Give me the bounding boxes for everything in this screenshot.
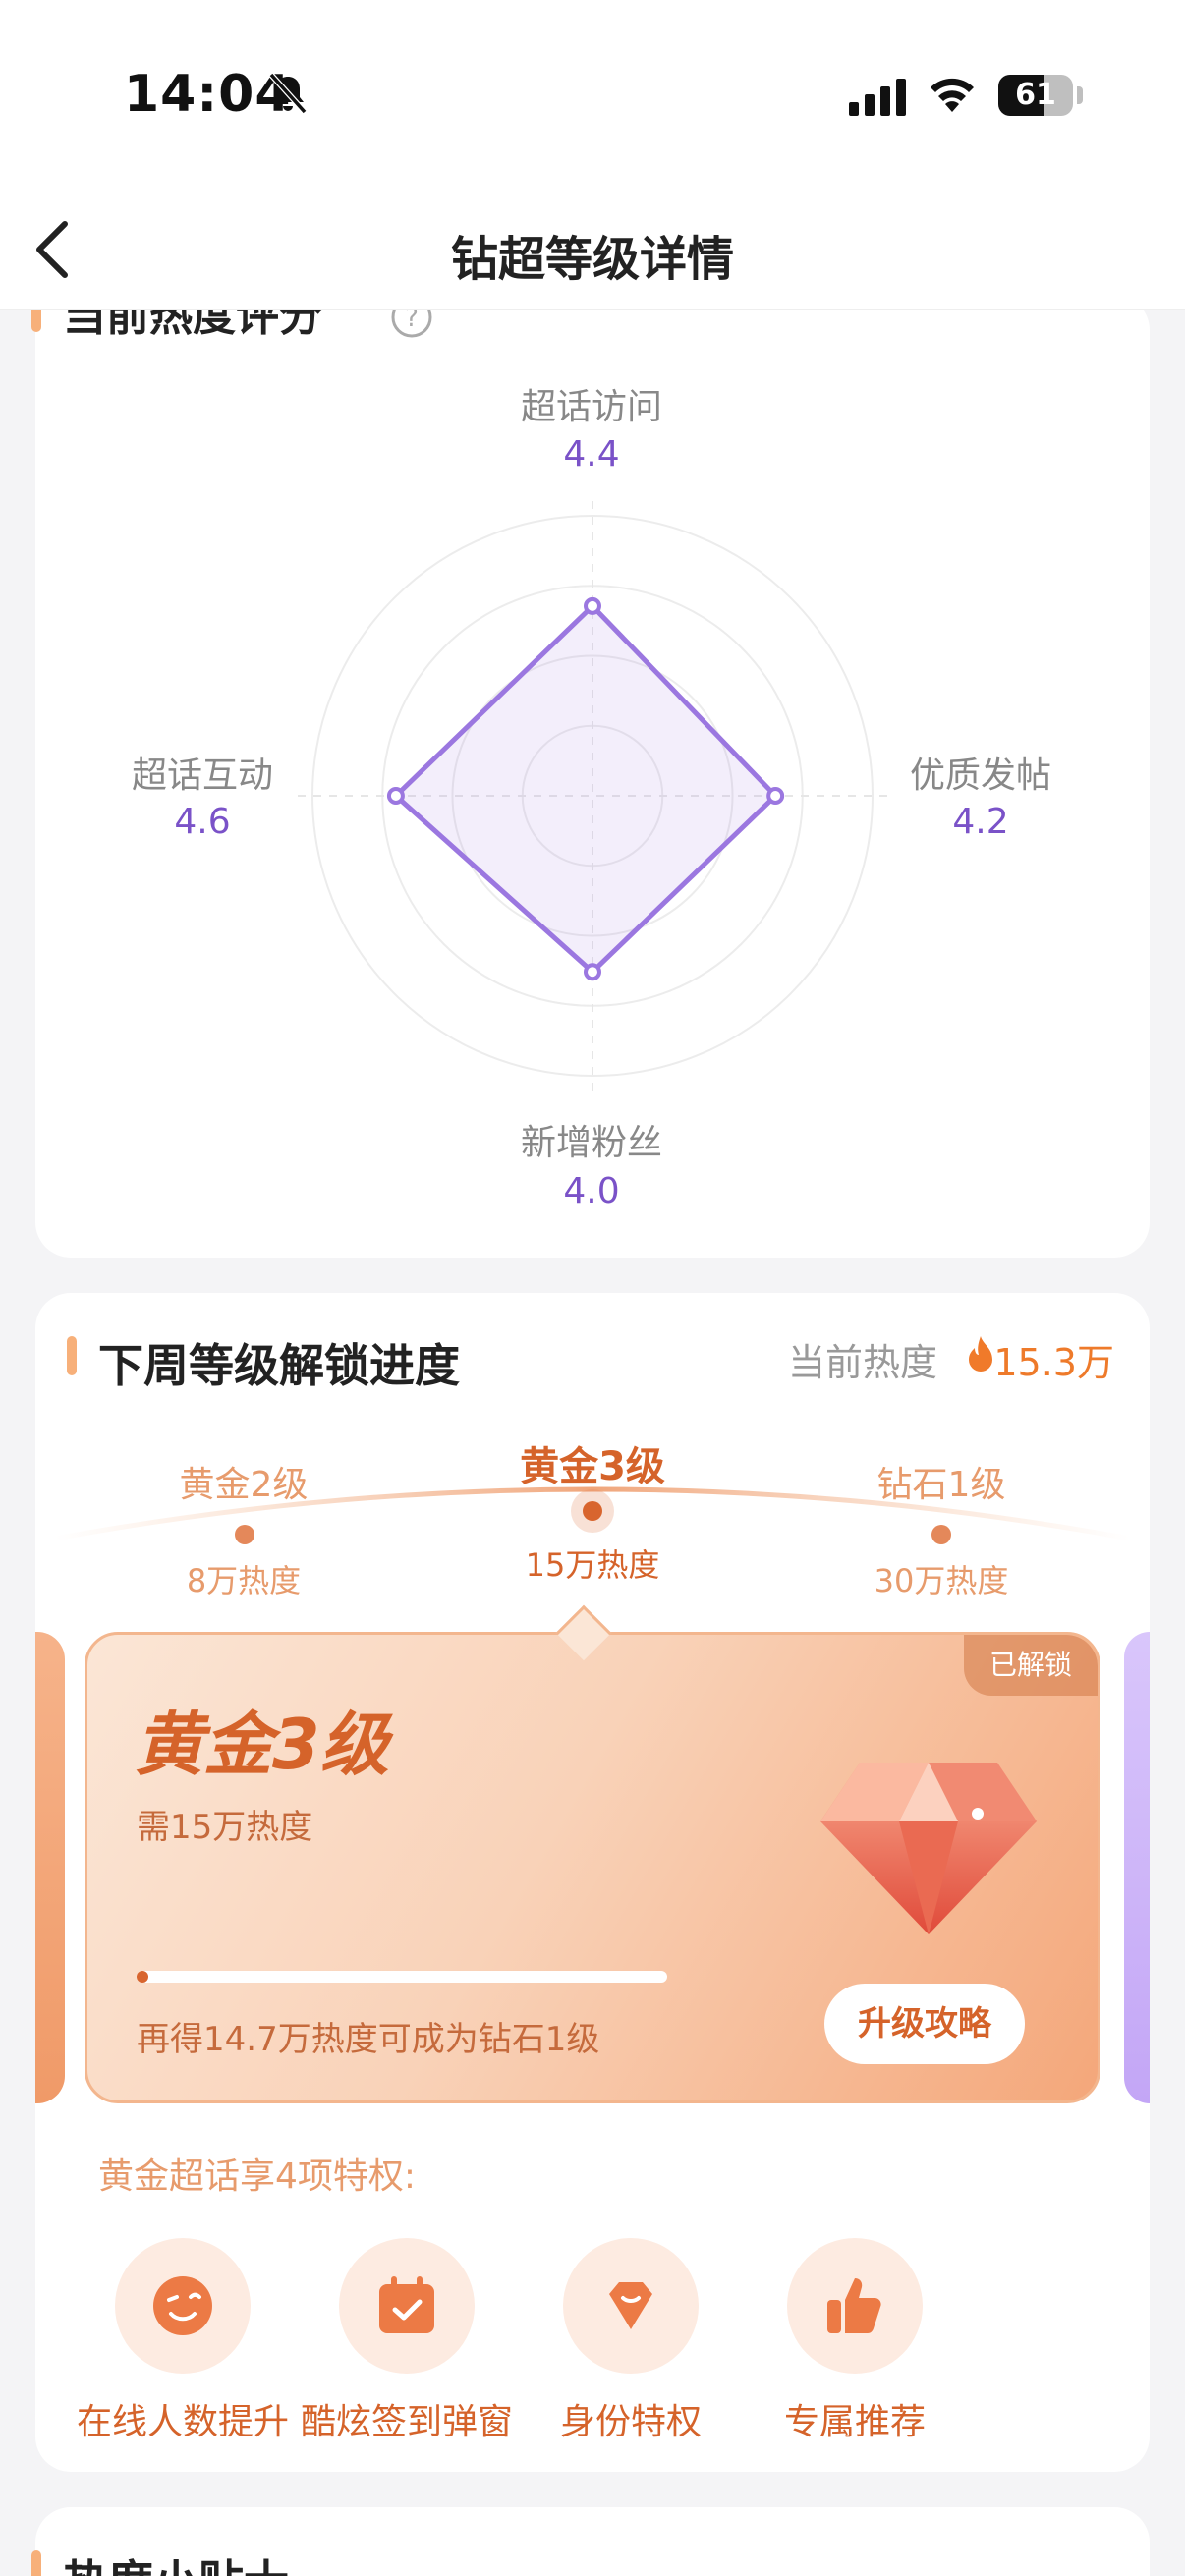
radar-axis-value: 4.0 [563,1171,620,1211]
gem-badge-icon [563,2238,699,2374]
level-dot-current[interactable] [571,1489,614,1533]
privilege-label: 身份特权 [559,2402,702,2442]
privileges-title: 黄金超话享4项特权: [98,2156,417,2197]
radar-point [584,963,601,981]
smile-face-icon [115,2238,251,2374]
level-heat: 8万热度 [186,1562,302,1599]
upgrade-guide-button[interactable]: 升级攻略 [824,1984,1025,2064]
level-card[interactable]: 已解锁 黄金3级 需15万热度 再得14.7万热度可成为钻石1级 升级攻略 [85,1632,1100,2103]
next-level-card[interactable] [1124,1632,1150,2103]
radar-axis-label: 超话互动 [131,756,273,796]
radar-point [766,787,785,805]
radar-point [584,596,601,615]
radar-axis-label: 超话访问 [520,387,662,427]
privilege-label: 酷炫签到弹窗 [300,2402,513,2442]
privilege-item[interactable]: 身份特权 [523,2238,739,2444]
level-progress-bar [137,1971,667,1983]
prev-level-card[interactable] [35,1632,65,2103]
diamond-icon [820,1763,1037,1934]
level-name-current[interactable]: 黄金3级 [465,1434,720,1491]
screen: 14:04 61 钻超等级详情 当前热度评分 ? 超话访问 4.4 优质发帖 4… [0,0,1185,2576]
page-title: 钻超等级详情 [450,232,734,287]
radar-axis-value: 4.4 [563,434,620,475]
unlocked-badge: 已解锁 [964,1635,1098,1696]
level-card-hint: 再得14.7万热度可成为钻石1级 [137,2020,600,2059]
level-heat-current: 15万热度 [525,1546,660,1584]
radar-axis-value: 4.2 [952,802,1009,842]
level-dot[interactable] [235,1525,254,1544]
level-name[interactable]: 钻石1级 [814,1456,1069,1507]
progress-section-title: 下周等级解锁进度 [98,1339,460,1392]
radar-chart [298,501,887,1091]
radar-polygon [392,602,779,976]
level-name[interactable]: 黄金2级 [116,1456,371,1507]
progress-card: 下周等级解锁进度 当前热度 15.3万 黄金2级 8万热度 黄金3级 15万热度… [35,1293,1150,2472]
level-heat: 30万热度 [874,1562,1009,1599]
privilege-label: 在线人数提升 [76,2402,289,2442]
level-card-title: 黄金3级 [135,1705,389,1785]
thumbs-up-icon [787,2238,923,2374]
level-dot[interactable] [931,1525,951,1544]
level-card-requirement: 需15万热度 [137,1808,313,1847]
privilege-item[interactable]: 专属推荐 [747,2238,963,2444]
radar-point [386,787,405,805]
calendar-check-icon [339,2238,475,2374]
current-heat-value: 15.3万 [993,1341,1114,1384]
radar-axis-value: 4.6 [174,802,231,842]
privilege-item[interactable]: 在线人数提升 [75,2238,291,2444]
tips-section-title: 热度小贴士 [63,2547,289,2576]
section-accent-bar [31,2550,41,2576]
radar-axis-label: 优质发帖 [909,756,1051,796]
current-heat-label: 当前热度 [787,1341,937,1384]
nav-bar: 钻超等级详情 [0,196,1185,310]
section-accent-bar [67,1336,77,1375]
radar-axis-label: 新增粉丝 [520,1123,662,1163]
privilege-item[interactable]: 酷炫签到弹窗 [299,2238,515,2444]
privilege-label: 专属推荐 [783,2402,926,2442]
